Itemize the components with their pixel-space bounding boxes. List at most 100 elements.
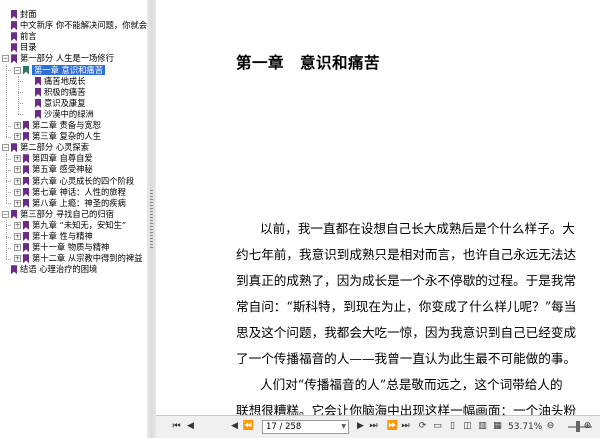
expand-icon[interactable]: + — [14, 122, 21, 129]
chevron-down-icon[interactable]: ▼ — [341, 421, 346, 433]
zoom-level: 53.71% — [508, 422, 543, 432]
expand-icon[interactable]: + — [14, 233, 21, 240]
bookmark-item[interactable]: 目录 — [11, 42, 37, 53]
bookmark-subitem[interactable]: 痛苦地成长 — [35, 76, 86, 87]
bookmark-item[interactable]: + 第八章 上瘾：神圣的疾病 — [14, 198, 126, 209]
panel-splitter[interactable] — [147, 0, 156, 438]
paragraph-line: 人们对“传播福音的人”总是敬而远之，这个词带给人的 — [260, 377, 563, 392]
expand-icon[interactable]: + — [14, 177, 21, 185]
bookmark-icon — [11, 209, 17, 219]
splitter-grip-icon[interactable] — [150, 190, 153, 250]
bookmark-item[interactable]: + 第四章 自尊自爱 — [14, 153, 93, 164]
prev-page-button[interactable]: ◀ — [228, 420, 241, 433]
bookmark-label: 第四章 自尊自爱 — [32, 153, 93, 164]
bookmark-label: 第二章 责备与宽恕 — [32, 120, 102, 130]
tree-guide — [6, 192, 11, 194]
page-number-field[interactable]: 17 / 258 ▼ — [262, 420, 349, 434]
bookmark-item[interactable]: − 第三部分 寻找自己的归宿 — [2, 209, 114, 220]
zoom-slider-handle[interactable] — [576, 421, 580, 432]
bookmark-item[interactable]: + 第十一章 物质与精神 — [14, 242, 109, 253]
page-number-text: 17 / 258 — [266, 422, 302, 432]
zoom-out-icon[interactable]: ⊖ — [544, 420, 557, 433]
bookmark-item[interactable]: + 第五章 感受神秘 — [14, 164, 93, 175]
expand-icon[interactable]: + — [14, 188, 21, 196]
bookmark-icon — [23, 232, 29, 241]
bookmark-subitem[interactable]: 意识及康复 — [35, 98, 86, 109]
expand-icon[interactable]: + — [14, 255, 21, 263]
bookmark-item[interactable]: − 第二部分 心灵探索 — [2, 142, 89, 153]
tree-guide — [6, 181, 11, 183]
continuous-view-icon[interactable]: ▯ — [446, 420, 459, 433]
bookmark-label: 沙漠中的绿洲 — [44, 108, 94, 119]
collapse-icon[interactable]: − — [2, 144, 9, 152]
rotate-icon[interactable]: ⟳ — [416, 420, 429, 433]
chapter-title: 第一章 意识和痛苦 — [236, 53, 381, 72]
bookmark-label: 痛苦地成长 — [44, 75, 86, 86]
zoom-in-icon[interactable]: ⊕ — [581, 420, 594, 433]
bookmark-label: 第八章 上瘾：神圣的疾病 — [32, 197, 126, 208]
tree-guide — [18, 114, 23, 116]
bookmark-item[interactable]: − 第一章 意识和痛苦 — [14, 64, 106, 76]
expand-icon[interactable]: + — [14, 133, 21, 141]
expand-icon[interactable]: + — [14, 199, 21, 207]
tree-guide — [6, 70, 11, 72]
bookmark-item[interactable]: + 第七章 神话：人性的旅程 — [14, 187, 126, 198]
bookmark-item[interactable]: + 第六章 心灵成长的四个阶段 — [14, 176, 134, 187]
bookmark-item[interactable]: − 第一部分 人生是一场修行 — [2, 53, 114, 64]
tree-guide — [6, 136, 11, 138]
bookmark-item[interactable]: 封面 — [11, 9, 37, 20]
bookmark-label: 第三章 复杂的人生 — [32, 131, 102, 142]
bookmark-icon — [35, 76, 41, 86]
bookmark-item[interactable]: + 第九章 “未知无，安知生” — [14, 220, 126, 231]
bookmark-icon — [11, 43, 17, 53]
back-icon[interactable]: ⏪ — [242, 420, 255, 433]
bookmark-icon — [23, 65, 29, 75]
next-page-icon[interactable]: ▶ — [354, 420, 367, 433]
bookmark-icon — [35, 98, 41, 108]
bookmark-icon — [11, 54, 17, 64]
expand-icon[interactable]: + — [14, 244, 21, 252]
bookmark-label: 前言 — [20, 31, 37, 42]
bookmark-icon — [23, 176, 29, 186]
collapse-icon[interactable]: − — [2, 55, 9, 63]
facing-view-icon[interactable]: ◫ — [461, 420, 474, 433]
bookmark-icon — [23, 187, 29, 197]
collapse-icon[interactable]: − — [2, 210, 9, 218]
tree-guide — [18, 92, 23, 94]
bookmark-label: 结语 心理治疗的困境 — [20, 264, 98, 275]
single-page-icon[interactable]: ▭ — [431, 420, 444, 433]
last-page-icon[interactable]: ⏭ — [367, 420, 380, 433]
bookmark-label: 第三部分 寻找自己的归宿 — [20, 208, 114, 219]
bookmark-icon — [23, 198, 29, 208]
bookmark-label: 第五章 感受神秘 — [32, 164, 93, 175]
expand-icon[interactable]: + — [14, 221, 21, 229]
paragraph-line: 联想很糟糕。它会让你脑海中出现这样一幅画面：一个油头粉 — [236, 403, 577, 415]
status-bar: ⏮ ◀ ◀ ⏪ 17 / 258 ▼ ▶ ⏭ ⏩ ⏭ ⟳ ▭ ▯ ◫ ▥ ▦ 5… — [156, 415, 600, 438]
two-page-icon[interactable]: ▥ — [476, 420, 489, 433]
bookmark-item[interactable]: + 第十二章 从宗教中得到的裨益 — [14, 253, 143, 264]
fit-view-icon[interactable]: ▦ — [491, 420, 504, 433]
bookmark-label: 第一章 意识和痛苦 — [32, 64, 106, 75]
bookmark-item[interactable]: 前言 — [11, 31, 37, 42]
bookmark-item[interactable]: + 第十章 性与精神 — [14, 231, 93, 242]
collapse-icon[interactable]: − — [14, 66, 21, 74]
bookmark-item[interactable]: + 第三章 复杂的人生 — [14, 131, 101, 142]
bookmarks-panel: 封面中文新序 你不能解决问题，你就会成为问题前言目录−第一部分 人生是一场修行−… — [0, 0, 148, 438]
prev-page-icon[interactable]: ◀ — [184, 420, 197, 433]
first-page-icon[interactable]: ⏮ — [170, 420, 183, 433]
bookmark-label: 积极的痛苦 — [44, 86, 86, 97]
bookmark-item[interactable]: + 第二章 责备与宽恕 — [14, 120, 101, 131]
go-forward-icon[interactable]: ⏩ — [386, 420, 399, 433]
bookmark-icon — [11, 143, 17, 153]
bookmark-subitem[interactable]: 积极的痛苦 — [35, 87, 86, 98]
bookmark-item[interactable]: 中文新序 你不能解决问题，你就会成为问题 — [11, 20, 147, 31]
bookmark-label: 第九章 “未知无，安知生” — [32, 219, 127, 230]
bookmark-icon — [35, 87, 41, 97]
bookmark-subitem[interactable]: 沙漠中的绿洲 — [35, 109, 94, 120]
bookmark-icon — [35, 109, 41, 119]
expand-icon[interactable]: + — [14, 166, 21, 174]
go-end-icon[interactable]: ⏭ — [399, 420, 412, 433]
bookmark-item[interactable]: 结语 心理治疗的困境 — [11, 264, 97, 275]
bookmark-icon — [23, 132, 29, 142]
expand-icon[interactable]: + — [14, 155, 21, 163]
